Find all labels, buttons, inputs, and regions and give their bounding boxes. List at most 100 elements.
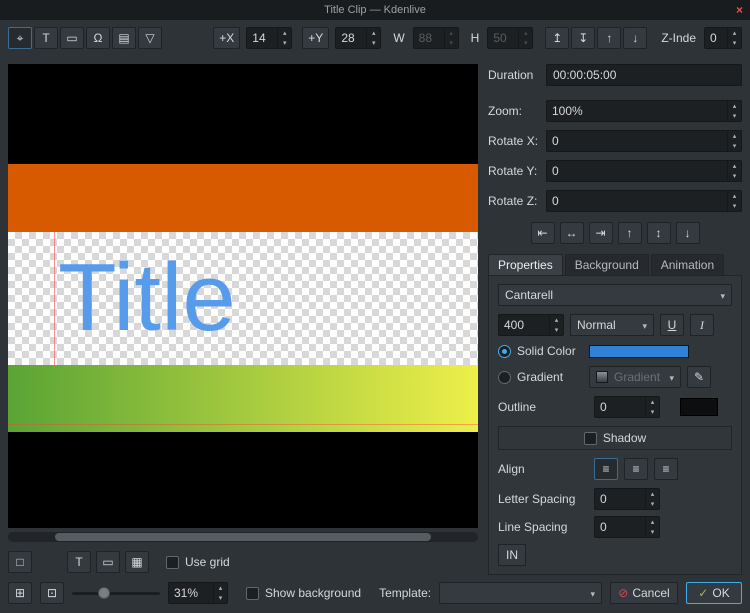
spin-up-icon[interactable] bbox=[367, 28, 380, 38]
title-canvas[interactable]: Title bbox=[8, 64, 478, 528]
tab-properties[interactable]: Properties bbox=[488, 254, 563, 276]
spin-up-icon[interactable] bbox=[646, 397, 659, 407]
orange-rectangle-item[interactable] bbox=[8, 164, 478, 232]
spin-down-icon[interactable] bbox=[550, 325, 563, 335]
align-item-hcenter-button[interactable]: ↔ bbox=[560, 222, 584, 244]
spin-down-icon[interactable] bbox=[646, 407, 659, 417]
font-size-spin-arrows[interactable] bbox=[549, 315, 563, 335]
x-spin-arrows[interactable] bbox=[277, 28, 291, 48]
zoom-fit-button[interactable]: ⊞ bbox=[8, 582, 32, 604]
font-size-spinbox[interactable]: 400 bbox=[498, 314, 564, 336]
tab-background[interactable]: Background bbox=[565, 254, 649, 276]
zoom-slider[interactable] bbox=[72, 582, 160, 604]
edit-gradient-button[interactable]: ✎ bbox=[687, 366, 711, 388]
font-family-combo[interactable]: Cantarell bbox=[498, 284, 732, 306]
italic-button[interactable]: I bbox=[690, 314, 714, 336]
spin-down-icon[interactable] bbox=[728, 111, 741, 121]
align-item-vcenter-button[interactable]: ↕ bbox=[647, 222, 671, 244]
tab-animation[interactable]: Animation bbox=[651, 254, 724, 276]
align-item-right-button[interactable]: ⇥ bbox=[589, 222, 613, 244]
spin-down-icon[interactable] bbox=[367, 38, 380, 48]
letter-spacing-spin-arrows[interactable] bbox=[645, 489, 659, 509]
select-image-items-button[interactable]: ▦ bbox=[125, 551, 149, 573]
spin-up-icon[interactable] bbox=[728, 131, 741, 141]
spin-down-icon[interactable] bbox=[214, 593, 227, 603]
zindex-spin-arrows[interactable] bbox=[727, 28, 741, 48]
align-item-bottom-button[interactable]: ↓ bbox=[676, 222, 700, 244]
scrollbar-handle[interactable] bbox=[55, 533, 431, 541]
solid-color-radio[interactable] bbox=[498, 345, 511, 358]
template-combo[interactable] bbox=[439, 582, 602, 604]
open-document-button[interactable]: ▤ bbox=[112, 27, 136, 49]
spin-up-icon[interactable] bbox=[728, 28, 741, 38]
titlebar[interactable]: Title Clip — Kdenlive × bbox=[0, 0, 750, 20]
spin-up-icon[interactable] bbox=[728, 161, 741, 171]
show-background-checkbox[interactable] bbox=[246, 587, 259, 600]
add-rectangle-button[interactable]: ▭ bbox=[60, 27, 84, 49]
close-button[interactable]: × bbox=[736, 0, 743, 20]
zoom-original-button[interactable]: ⊡ bbox=[40, 582, 64, 604]
outline-spin-arrows[interactable] bbox=[645, 397, 659, 417]
spin-up-icon[interactable] bbox=[214, 583, 227, 593]
align-center-button[interactable]: ≡ bbox=[624, 458, 648, 480]
select-rect-items-button[interactable]: ▭ bbox=[96, 551, 120, 573]
line-spacing-spinbox[interactable]: 0 bbox=[594, 516, 660, 538]
ok-button[interactable]: ✓ OK bbox=[686, 582, 742, 604]
align-left-button[interactable]: ≡ bbox=[594, 458, 618, 480]
spin-down-icon[interactable] bbox=[728, 201, 741, 211]
select-tool-button[interactable]: ⌖ bbox=[8, 27, 32, 49]
lower-to-bottom-button[interactable]: ↓ bbox=[623, 27, 647, 49]
raise-to-top-button[interactable]: ↑ bbox=[597, 27, 621, 49]
spin-up-icon[interactable] bbox=[728, 191, 741, 201]
outline-spinbox[interactable]: 0 bbox=[594, 396, 660, 418]
rotate-y-spinbox[interactable]: 0 bbox=[546, 160, 742, 182]
title-text-item[interactable]: Title bbox=[58, 232, 236, 365]
align-item-left-button[interactable]: ⇤ bbox=[531, 222, 555, 244]
zoom-percent-spin-arrows[interactable] bbox=[213, 583, 227, 603]
slider-handle[interactable] bbox=[98, 587, 110, 599]
y-spin-arrows[interactable] bbox=[366, 28, 380, 48]
select-text-items-button[interactable]: T bbox=[67, 551, 91, 573]
canvas-horizontal-scrollbar[interactable] bbox=[8, 532, 478, 542]
y-position-spinbox[interactable]: 28 bbox=[335, 27, 381, 49]
spin-down-icon[interactable] bbox=[646, 499, 659, 509]
spin-up-icon[interactable] bbox=[728, 101, 741, 111]
raise-object-button[interactable]: ↥ bbox=[545, 27, 569, 49]
y-position-button[interactable]: +Y bbox=[302, 27, 329, 49]
use-grid-checkbox[interactable] bbox=[166, 556, 179, 569]
rotate-z-spin-arrows[interactable] bbox=[727, 191, 741, 211]
outline-color-swatch[interactable] bbox=[680, 398, 718, 416]
fill-color-swatch[interactable] bbox=[589, 345, 689, 358]
cancel-button[interactable]: ⊘ Cancel bbox=[610, 582, 678, 604]
add-text-button[interactable]: T bbox=[34, 27, 58, 49]
shadow-checkbox[interactable] bbox=[584, 432, 597, 445]
gradient-radio[interactable] bbox=[498, 371, 511, 384]
lower-object-button[interactable]: ↧ bbox=[571, 27, 595, 49]
align-item-top-button[interactable]: ↑ bbox=[618, 222, 642, 244]
spin-up-icon[interactable] bbox=[550, 315, 563, 325]
select-all-button[interactable]: □ bbox=[8, 551, 32, 573]
duration-field[interactable]: 00:00:05:00 bbox=[546, 64, 742, 86]
line-spacing-spin-arrows[interactable] bbox=[645, 517, 659, 537]
spin-down-icon[interactable] bbox=[728, 38, 741, 48]
zoom-spin-arrows[interactable] bbox=[727, 101, 741, 121]
rotate-y-spin-arrows[interactable] bbox=[727, 161, 741, 181]
add-ellipse-button[interactable]: Ω bbox=[86, 27, 110, 49]
gradient-rectangle-item[interactable] bbox=[8, 365, 478, 432]
rotate-x-spinbox[interactable]: 0 bbox=[546, 130, 742, 152]
x-position-spinbox[interactable]: 14 bbox=[246, 27, 292, 49]
spin-up-icon[interactable] bbox=[278, 28, 291, 38]
spin-up-icon[interactable] bbox=[646, 489, 659, 499]
spin-down-icon[interactable] bbox=[728, 141, 741, 151]
in-button[interactable]: IN bbox=[498, 544, 526, 566]
zoom-percent-spinbox[interactable]: 31% bbox=[168, 582, 228, 604]
font-weight-combo[interactable]: Normal bbox=[570, 314, 654, 336]
spin-up-icon[interactable] bbox=[646, 517, 659, 527]
zindex-spinbox[interactable]: 0 bbox=[704, 27, 742, 49]
save-document-button[interactable]: ▽ bbox=[138, 27, 162, 49]
letter-spacing-spinbox[interactable]: 0 bbox=[594, 488, 660, 510]
zoom-spinbox[interactable]: 100% bbox=[546, 100, 742, 122]
x-position-button[interactable]: +X bbox=[213, 27, 240, 49]
rotate-z-spinbox[interactable]: 0 bbox=[546, 190, 742, 212]
underline-button[interactable]: U bbox=[660, 314, 684, 336]
